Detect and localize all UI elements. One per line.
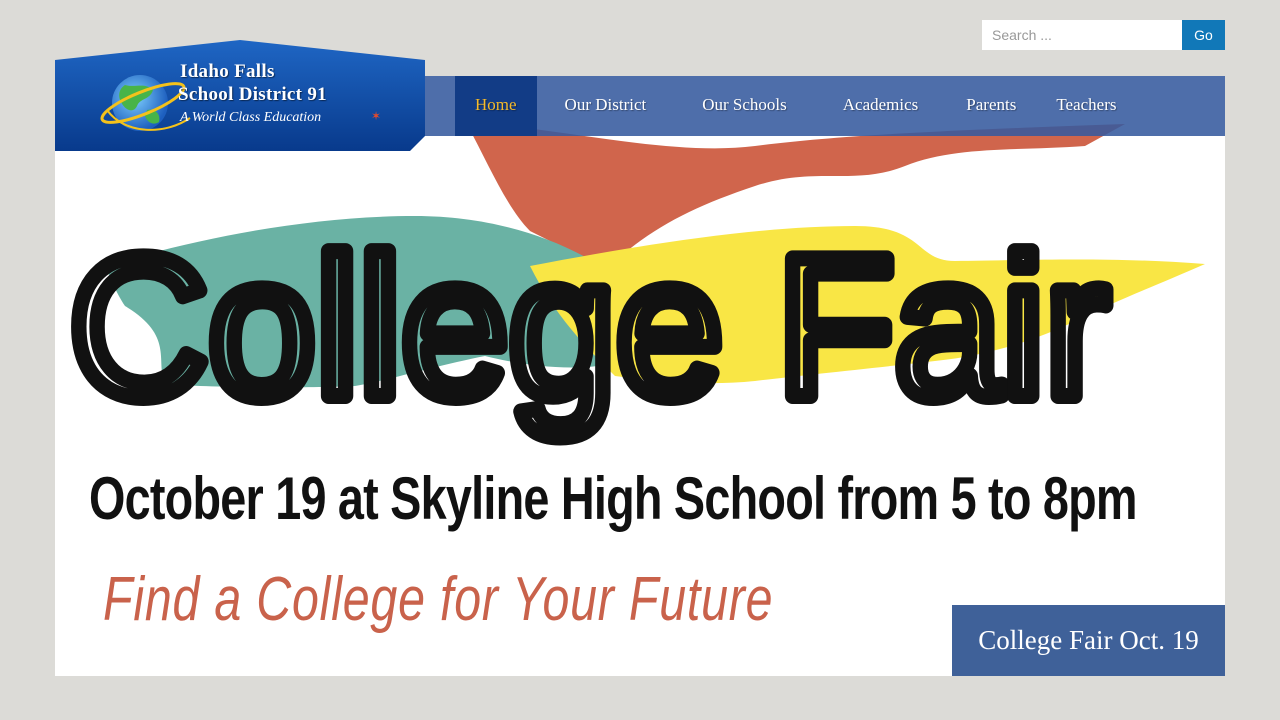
- nav-our-schools[interactable]: Our Schools: [674, 76, 815, 136]
- nav-our-district[interactable]: Our District: [537, 76, 675, 136]
- hero-slideshow[interactable]: College Fair October 19 at Skyline High …: [55, 76, 1225, 676]
- logo-tagline: A World Class Education: [180, 110, 322, 125]
- nav-teachers[interactable]: Teachers: [1036, 76, 1136, 136]
- spark-icon: ✶: [371, 109, 381, 123]
- search-go-button[interactable]: Go: [1182, 20, 1225, 50]
- logo-title-line1: Idaho Falls: [180, 61, 275, 82]
- event-date-line: October 19 at Skyline High School from 5…: [89, 465, 1138, 532]
- search-bar: Go: [982, 20, 1225, 50]
- nav-academics[interactable]: Academics: [815, 76, 947, 136]
- logo-title-line2: School District 91: [178, 84, 327, 105]
- slide-caption[interactable]: College Fair Oct. 19: [952, 605, 1225, 676]
- nav-home[interactable]: Home: [455, 76, 537, 136]
- event-tagline: Find a College for Your Future: [103, 565, 774, 634]
- search-input[interactable]: [982, 20, 1182, 50]
- nav-parents[interactable]: Parents: [946, 76, 1036, 136]
- headline-text: College Fair: [69, 216, 1109, 439]
- main-navigation: Home Our District Our Schools Academics …: [425, 76, 1225, 136]
- district-logo[interactable]: ✶ Idaho Falls School District 91 A World…: [55, 40, 425, 151]
